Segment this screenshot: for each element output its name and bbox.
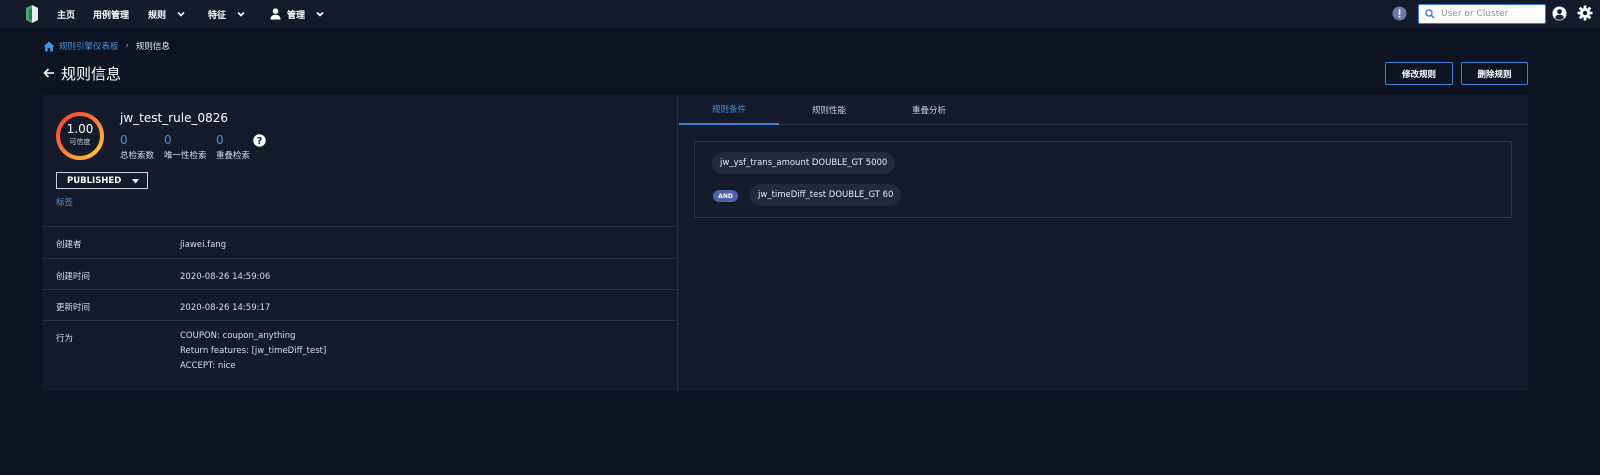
nav-item-features[interactable]: 特征 [208,0,246,28]
detail-value: 2020-08-26 14:59:06 [180,272,271,282]
nav-item-label: 主页 [57,10,76,21]
account-icon[interactable] [1552,6,1567,21]
stat-unique-hits: 0 唯一性检索 [164,133,207,161]
tab-rule-conditions[interactable]: 规则条件 [679,95,779,125]
stat-value: 0 [164,133,172,147]
condition-chip[interactable]: jw_ysf_trans_amount DOUBLE_GT 5000 [712,152,896,174]
action-item: COUPON: coupon_anything [180,331,296,341]
detail-value: jiawei.fang [180,240,227,250]
stat-total-hits: 0 总检索数 [120,133,154,161]
chevron-down-icon [177,11,185,17]
search-input[interactable] [1441,9,1541,19]
nav-item-use-cases[interactable]: 用例管理 [93,0,129,28]
detail-key: 创建者 [56,240,82,250]
action-item: ACCEPT: nice [180,361,236,371]
conditions-box: jw_ysf_trans_amount DOUBLE_GT 5000 AND j… [694,141,1512,218]
top-nav: 主页 用例管理 规则 特征 管理 [0,0,1600,28]
tab-bar: 规则条件 规则性能 重叠分析 [679,95,1528,125]
gear-icon[interactable] [1577,5,1593,21]
stat-overlap-hits: 0 重叠检索 [216,133,250,161]
confidence-value: 1.00 [66,122,94,136]
detail-row-actions: 行为 COUPON: coupon_anything Return featur… [42,320,678,391]
breadcrumb-current: 规则信息 [135,42,170,52]
nav-item-label: 特征 [208,10,227,21]
detail-row-created-time: 创建时间 2020-08-26 14:59:06 [42,258,678,289]
detail-key: 更新时间 [56,303,91,313]
stat-label: 唯一性检索 [164,151,207,161]
user-icon [270,8,281,20]
nav-item-admin[interactable]: 管理 [270,0,325,28]
action-item: Return features: [jw_timeDiff_test] [180,346,327,356]
status-dropdown[interactable]: PUBLISHED [56,172,148,189]
breadcrumb-separator: › [125,41,129,51]
detail-row-creator: 创建者 jiawei.fang [42,226,678,258]
rule-summary: 1.00 可信度 jw_test_rule_0826 0 总检索数 0 唯一性检… [42,95,678,391]
stat-value: 0 [216,133,224,147]
nav-item-rules[interactable]: 规则 [148,0,186,28]
stat-value: 0 [120,133,128,147]
detail-row-updated-time: 更新时间 2020-08-26 14:59:17 [42,289,678,320]
breadcrumb: 规则引擎仪表板 › 规则信息 [43,39,170,53]
alert-icon[interactable] [1392,6,1407,21]
tab-rule-performance[interactable]: 规则性能 [779,95,879,125]
edit-rule-button[interactable]: 修改规则 [1385,62,1453,85]
rule-panel: 1.00 可信度 jw_test_rule_0826 0 总检索数 0 唯一性检… [42,95,1528,391]
nav-item-label: 规则 [148,10,167,21]
help-icon[interactable]: ? [253,134,266,147]
rule-detail-tabs: 规则条件 规则性能 重叠分析 jw_ysf_trans_amount DOUBL… [679,95,1528,391]
nav-item-label: 管理 [287,10,306,21]
home-icon[interactable] [43,41,55,52]
back-arrow-icon[interactable] [43,67,55,79]
breadcrumb-link-dashboard[interactable]: 规则引擎仪表板 [59,40,119,52]
chevron-down-icon [316,11,324,17]
delete-rule-button[interactable]: 删除规则 [1461,62,1528,85]
detail-value: 2020-08-26 14:59:17 [180,303,271,313]
detail-key: 行为 [56,334,74,344]
detail-value-actions: COUPON: coupon_anything Return features:… [180,329,326,374]
rule-name: jw_test_rule_0826 [120,111,228,125]
tab-overlap-analysis[interactable]: 重叠分析 [879,95,979,125]
confidence-gauge [56,112,104,160]
page-title: 规则信息 [61,65,122,83]
chevron-down-icon [237,11,245,17]
stat-label: 重叠检索 [216,151,251,161]
operator-badge: AND [713,190,738,202]
search-box[interactable] [1418,4,1546,24]
tags-link[interactable]: 标签 [56,196,73,208]
stat-label: 总检索数 [120,151,155,161]
svg-text:?: ? [257,136,263,147]
status-value: PUBLISHED [67,175,122,186]
nav-item-home[interactable]: 主页 [57,0,75,28]
nav-item-label: 用例管理 [93,10,130,21]
condition-chip[interactable]: jw_timeDiff_test DOUBLE_GT 60 [750,184,902,206]
confidence-label: 可信度 [69,138,91,146]
app-logo-icon[interactable] [24,4,40,24]
search-icon [1425,9,1435,19]
caret-down-icon [132,179,139,184]
detail-key: 创建时间 [56,272,91,282]
